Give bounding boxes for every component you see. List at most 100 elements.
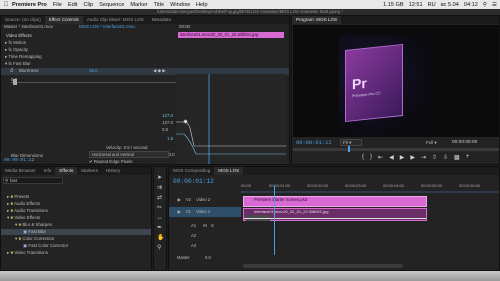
pen-tool-icon[interactable]: ✒ bbox=[157, 225, 162, 231]
chevron-down-icon[interactable]: ▾ bbox=[15, 222, 17, 227]
menu-edit[interactable]: Edit bbox=[68, 2, 78, 8]
play-icon[interactable]: ▶ bbox=[400, 154, 405, 161]
tab-media-browser[interactable]: Media Browser bbox=[1, 167, 40, 175]
motion-row[interactable]: ▸ fx Motion bbox=[5, 40, 26, 47]
chevron-down-icon[interactable]: ▾ bbox=[15, 236, 17, 241]
quality-dropdown[interactable]: Full ▾ bbox=[426, 139, 446, 146]
folder-video-effects[interactable]: ▾ ■ Video Effects bbox=[7, 215, 40, 221]
razor-tool-icon[interactable]: ✂ bbox=[157, 205, 162, 211]
tab-effects[interactable]: Effects bbox=[55, 167, 78, 175]
menu-sequence[interactable]: Sequence bbox=[99, 2, 124, 8]
work-area-bar[interactable] bbox=[241, 191, 499, 193]
ripple-edit-tool-icon[interactable]: ⇄ bbox=[157, 195, 162, 201]
program-playhead[interactable] bbox=[348, 146, 350, 152]
tab-info[interactable]: Info bbox=[40, 167, 56, 175]
timeline-playhead[interactable] bbox=[274, 185, 275, 255]
folder-audio-effects[interactable]: ▸ ■ Audio Effects bbox=[7, 201, 40, 207]
effects-search-input[interactable]: ⚲ fast bbox=[3, 177, 63, 184]
selection-tool-icon[interactable]: ➤ bbox=[157, 175, 162, 181]
tab-source[interactable]: Source: (no clips) bbox=[1, 16, 45, 24]
chevron-right-icon[interactable]: ▸ bbox=[7, 250, 9, 255]
track-a3-label[interactable]: A3 bbox=[191, 243, 196, 248]
chevron-right-icon[interactable]: ▸ bbox=[5, 40, 7, 45]
menu-window[interactable]: Window bbox=[170, 2, 190, 8]
folder-video-transitions[interactable]: ▸ ■ Video Transitions bbox=[7, 250, 48, 256]
fast-blur-row[interactable]: ▾ fx Fast Blur bbox=[5, 61, 31, 68]
tab-history[interactable]: History bbox=[102, 167, 124, 175]
master-value[interactable]: 0.0 bbox=[205, 255, 211, 260]
solo-icon[interactable]: S bbox=[211, 223, 214, 228]
extract-icon[interactable]: ⇩ bbox=[443, 154, 448, 161]
search-icon[interactable]: ⚲ bbox=[483, 2, 487, 8]
hand-tool-icon[interactable]: ✋ bbox=[157, 235, 164, 241]
effect-fast-blur[interactable]: ▣ Fast Blur bbox=[1, 229, 151, 235]
go-to-out-icon[interactable]: ⇥ bbox=[421, 154, 426, 161]
keyframe-graph[interactable] bbox=[176, 74, 286, 164]
add-button-icon[interactable]: + bbox=[466, 154, 470, 161]
value-slider-track[interactable] bbox=[11, 82, 176, 83]
chevron-down-icon[interactable]: ▾ bbox=[7, 215, 9, 220]
tab-mos-compositing[interactable]: MOS Compositing bbox=[169, 167, 214, 175]
program-timecode[interactable]: 00:00:01:12 bbox=[296, 140, 332, 146]
mute-icon[interactable]: M bbox=[203, 223, 207, 228]
folder-blur-sharpen[interactable]: ▾ ■ Blur & Sharpen bbox=[15, 222, 52, 228]
sequence-clip-label[interactable]: MOS LOS * interface01.mov... bbox=[79, 24, 138, 31]
value-slider-handle[interactable] bbox=[13, 79, 17, 85]
tab-effect-controls[interactable]: Effect Controls bbox=[44, 16, 83, 24]
clip-bar[interactable]: interface01.mov,00_02_01_22.Still001.jpg bbox=[178, 32, 284, 38]
mark-in-icon[interactable]: { bbox=[362, 154, 364, 161]
folder-color-correction[interactable]: ▾ ■ Color Correction bbox=[15, 236, 54, 242]
tab-program[interactable]: Program: MOS LOS bbox=[292, 16, 342, 24]
menu-list-icon[interactable]: ☰ bbox=[492, 2, 497, 8]
tab-metadata[interactable]: Metadata bbox=[148, 16, 175, 24]
go-to-in-icon[interactable]: ⇤ bbox=[378, 154, 383, 161]
menu-clip[interactable]: Clip bbox=[83, 2, 93, 8]
lift-icon[interactable]: ⇧ bbox=[432, 154, 437, 161]
toggle-output-icon[interactable]: ◉ bbox=[177, 209, 181, 214]
program-scrubber[interactable] bbox=[293, 148, 499, 151]
track-v2-label[interactable]: V2 bbox=[186, 197, 191, 202]
tab-mos-los[interactable]: MOS LOS bbox=[214, 167, 244, 175]
folder-audio-transitions[interactable]: ▸ ■ Audio Transitions bbox=[7, 208, 48, 214]
tab-audio-clip-mixer[interactable]: Audio Clip Mixer: MOS LOS bbox=[83, 16, 148, 24]
effect-controls-timecode[interactable]: 00:00:01:12 bbox=[4, 158, 34, 163]
repeat-edge-row[interactable]: ✔ Repeat Edge Pixels bbox=[89, 159, 133, 166]
opacity-row[interactable]: ▸ fx Opacity bbox=[5, 47, 28, 54]
chevron-right-icon[interactable]: ▸ bbox=[7, 208, 9, 213]
step-back-icon[interactable]: ◀ bbox=[389, 154, 394, 161]
chevron-right-icon[interactable]: ▸ bbox=[5, 54, 7, 59]
rubber-band-line[interactable] bbox=[244, 218, 426, 219]
track-v1-label[interactable]: V1 bbox=[186, 209, 191, 214]
stopwatch-icon[interactable]: ⏱ bbox=[10, 68, 13, 75]
apple-icon[interactable]:  bbox=[0, 2, 12, 8]
blurriness-value[interactable]: 35.0 bbox=[89, 68, 98, 75]
effect-fast-color-corrector[interactable]: ▣ Fast Color Corrector bbox=[23, 243, 68, 249]
master-clip-label[interactable]: Master * interface01.mov bbox=[4, 24, 53, 31]
keyboard-layout[interactable]: RU bbox=[428, 2, 436, 8]
menu-help[interactable]: Help bbox=[196, 2, 208, 8]
zoom-tool-icon[interactable]: ⚲ bbox=[157, 245, 161, 251]
checkbox-checked-icon[interactable]: ✔ bbox=[89, 159, 93, 164]
clip-v1[interactable]: interface01.mov,00_02_01_22.Still001.jpg bbox=[243, 208, 427, 221]
folder-presets[interactable]: ▸ ■ Presets bbox=[7, 194, 29, 200]
mark-out-icon[interactable]: } bbox=[370, 154, 372, 161]
chevron-right-icon[interactable]: ▸ bbox=[7, 194, 9, 199]
tab-markers[interactable]: Markers bbox=[77, 167, 102, 175]
time-remapping-row[interactable]: ▸ Time Remapping bbox=[5, 54, 42, 61]
track-a1-label[interactable]: A1 bbox=[191, 223, 196, 228]
menu-title[interactable]: Title bbox=[154, 2, 164, 8]
slip-tool-icon[interactable]: ↔ bbox=[157, 215, 163, 221]
track-select-tool-icon[interactable]: ⇉ bbox=[157, 185, 162, 191]
app-menu[interactable]: Premiere Pro bbox=[12, 2, 47, 8]
chevron-right-icon[interactable]: ▸ bbox=[5, 47, 7, 52]
track-a2-label[interactable]: A2 bbox=[191, 233, 196, 238]
menu-file[interactable]: File bbox=[53, 2, 62, 8]
blur-dimensions-select[interactable]: Horizontal and Vertical bbox=[89, 151, 169, 158]
chevron-down-icon[interactable]: ▾ bbox=[5, 61, 7, 66]
fit-dropdown[interactable]: Fit ▾ bbox=[340, 139, 362, 146]
clip-v2[interactable]: Premiere Starter Screen.psd bbox=[243, 196, 427, 207]
chevron-right-icon[interactable]: ▸ bbox=[7, 201, 9, 206]
timeline-zoom-scrollbar[interactable] bbox=[243, 264, 403, 268]
timeline-timecode[interactable]: 00:00:01:12 bbox=[173, 178, 214, 185]
export-frame-icon[interactable]: ▩ bbox=[454, 154, 460, 161]
